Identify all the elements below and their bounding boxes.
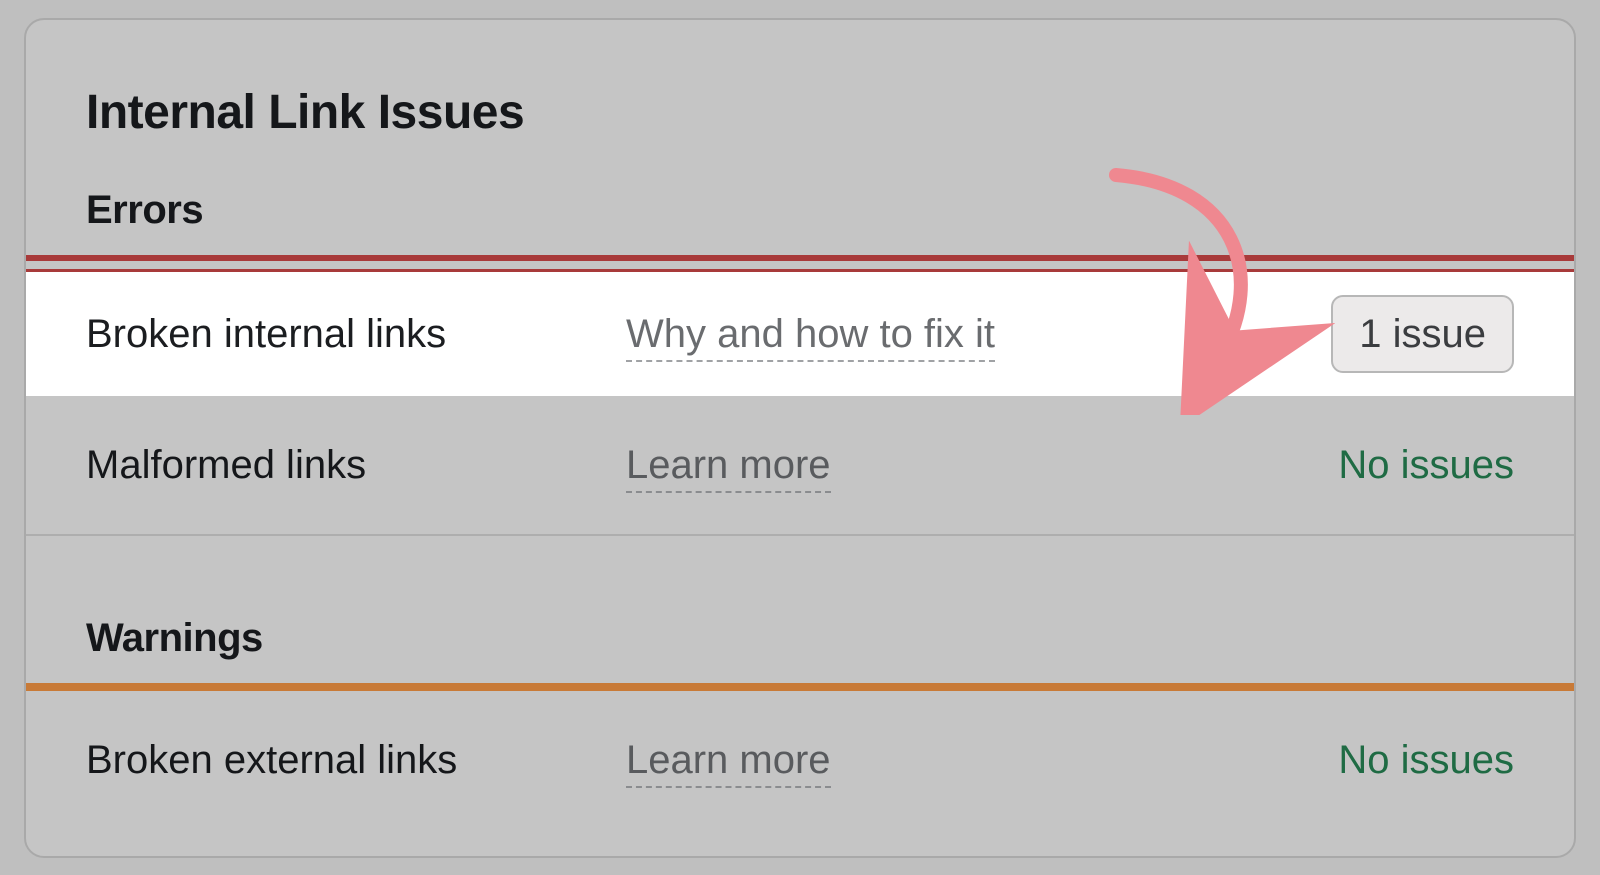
issue-status: No issues: [1254, 443, 1514, 488]
issue-name: Broken external links: [86, 738, 626, 783]
issue-status: No issues: [1254, 738, 1514, 783]
no-issues-label: No issues: [1338, 738, 1514, 783]
internal-link-issues-panel: Internal Link Issues Errors Broken inter…: [24, 18, 1576, 858]
warnings-divider: [26, 683, 1574, 691]
issue-row-broken-internal-links[interactable]: Broken internal links Why and how to fix…: [26, 272, 1574, 396]
errors-divider: [26, 255, 1574, 261]
issue-name: Malformed links: [86, 443, 626, 488]
section-header-warnings: Warnings: [26, 536, 1574, 683]
issue-status: 1 issue: [1254, 295, 1514, 373]
issue-help-link[interactable]: Learn more: [626, 738, 1254, 783]
issue-row-broken-external-links[interactable]: Broken external links Learn more No issu…: [26, 691, 1574, 829]
issue-row-malformed-links[interactable]: Malformed links Learn more No issues: [26, 396, 1574, 536]
issue-name: Broken internal links: [86, 312, 626, 357]
panel-title: Internal Link Issues: [26, 20, 1574, 140]
issue-help-link[interactable]: Why and how to fix it: [626, 312, 1254, 357]
issue-help-link[interactable]: Learn more: [626, 443, 1254, 488]
issue-count-button[interactable]: 1 issue: [1331, 295, 1514, 373]
section-header-errors: Errors: [26, 140, 1574, 255]
no-issues-label: No issues: [1338, 443, 1514, 488]
